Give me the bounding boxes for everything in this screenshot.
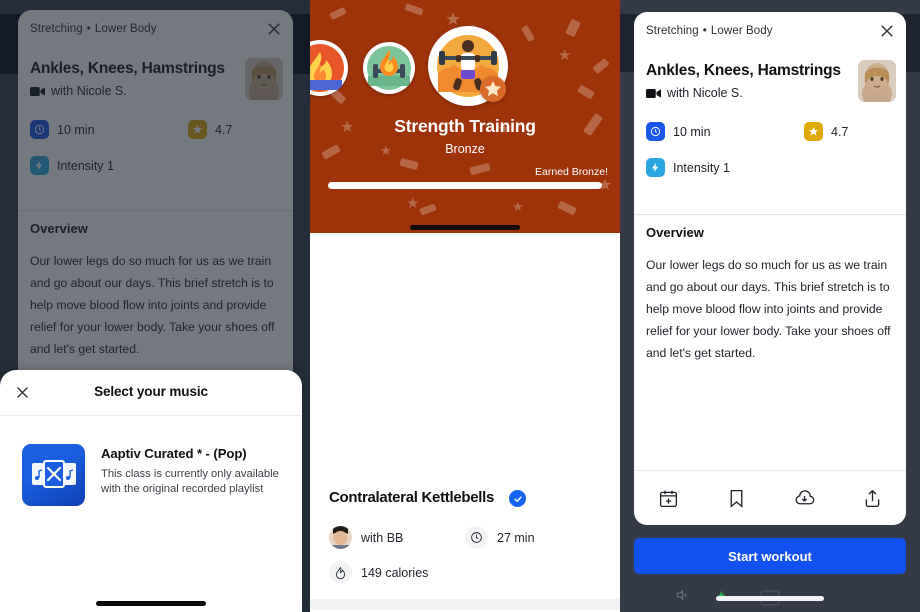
- meta-instructor-label: with BB: [361, 530, 404, 545]
- breadcrumb-subcategory: Lower Body: [710, 25, 773, 37]
- start-workout-button[interactable]: Start workout: [634, 538, 906, 574]
- meta-intensity-label: Intensity 1: [673, 160, 730, 175]
- achievement-hero: ★ ★ ★ ★ ★ ★ ★ ★ ★: [310, 0, 620, 233]
- instructor-photo-icon: [329, 526, 352, 549]
- page-title: Ankles, Knees, Hamstrings: [646, 62, 841, 79]
- home-indicator: [96, 601, 206, 606]
- bookmark-icon[interactable]: [702, 488, 770, 509]
- meta-calories-label: 149 calories: [361, 565, 429, 580]
- divider: [634, 214, 906, 215]
- meta-instructor: with BB: [329, 526, 403, 549]
- flame-icon: [310, 40, 348, 96]
- breadcrumb: Stretching•Lower Body: [646, 25, 773, 37]
- meta-duration: 10 min: [646, 122, 711, 141]
- star-award-icon: [480, 76, 506, 102]
- right-class-card: Stretching • Lower Body Ankles, Knees, Ham…: [634, 12, 906, 525]
- meta-intensity: Intensity 1: [646, 158, 730, 177]
- left-phone-screen: Stretching•Lower Body Ankles, Knees, Ham…: [0, 0, 310, 612]
- badge-carousel: [310, 18, 620, 106]
- breadcrumb-separator: •: [702, 25, 707, 37]
- section-separator: [310, 599, 620, 610]
- instructor-line: with Nicole S.: [646, 86, 743, 100]
- flame-icon: [329, 561, 352, 584]
- meta-duration-label: 27 min: [497, 530, 535, 545]
- music-item-description: This class is currently only available w…: [101, 468, 279, 495]
- clock-icon: [646, 122, 665, 141]
- home-indicator: [716, 596, 824, 601]
- hero-title: Strength Training: [394, 116, 536, 136]
- screenshot-stage: Stretching•Lower Body Ankles, Knees, Ham…: [0, 0, 920, 612]
- avatar: [858, 60, 896, 102]
- close-icon[interactable]: [878, 22, 896, 40]
- dim-overlay: [18, 10, 293, 390]
- hero-earned-label: Earned Bronze!: [535, 166, 608, 178]
- meta-calories: 149 calories: [329, 561, 428, 584]
- music-bottom-sheet: Select your music Aaptiv Curated * - (Po…: [0, 370, 302, 612]
- device-bottom-bar: [620, 576, 920, 612]
- flame-weights-icon: [363, 42, 415, 94]
- share-icon[interactable]: [838, 488, 906, 509]
- shuffle-music-icon: [22, 444, 85, 506]
- workout-title: Contralateral Kettlebells: [329, 489, 495, 506]
- verified-check-icon: [509, 490, 526, 507]
- video-camera-icon: [646, 88, 661, 98]
- meta-duration: 27 min: [465, 526, 535, 549]
- music-item-text: Aaptiv Curated * - (Pop) This class is c…: [101, 444, 291, 506]
- bolt-icon: [646, 158, 665, 177]
- list-item[interactable]: Aaptiv Curated * - (Pop) This class is c…: [22, 444, 291, 506]
- overview-body: Our lower legs do so much for us as we t…: [646, 258, 891, 360]
- card-action-bar: [634, 470, 906, 525]
- middle-phone-screen: ★ ★ ★ ★ ★ ★ ★ ★ ★: [310, 0, 620, 612]
- breadcrumb-category: Stretching: [646, 25, 699, 37]
- music-sheet-title: Select your music: [94, 384, 208, 399]
- music-item-title: Aaptiv Curated * - (Pop): [101, 446, 247, 461]
- right-phone-screen: Stretching • Lower Body Ankles, Knees, Ham…: [620, 0, 920, 612]
- meta-rating: 4.7: [804, 122, 848, 141]
- calendar-plus-icon[interactable]: [634, 488, 702, 509]
- clock-icon: [465, 526, 488, 549]
- home-indicator: [410, 225, 520, 230]
- volume-icon: [676, 589, 686, 601]
- music-sheet-header: Select your music: [0, 370, 302, 416]
- meta-duration-label: 10 min: [673, 124, 711, 139]
- star-icon: [804, 122, 823, 141]
- meta-rating-label: 4.7: [831, 124, 849, 139]
- hero-tier: Bronze: [445, 142, 485, 156]
- hero-progress-bar: [328, 182, 602, 189]
- instructor-name: with Nicole S.: [667, 86, 743, 100]
- cloud-download-icon[interactable]: [770, 488, 838, 509]
- overview-heading: Overview: [646, 225, 704, 240]
